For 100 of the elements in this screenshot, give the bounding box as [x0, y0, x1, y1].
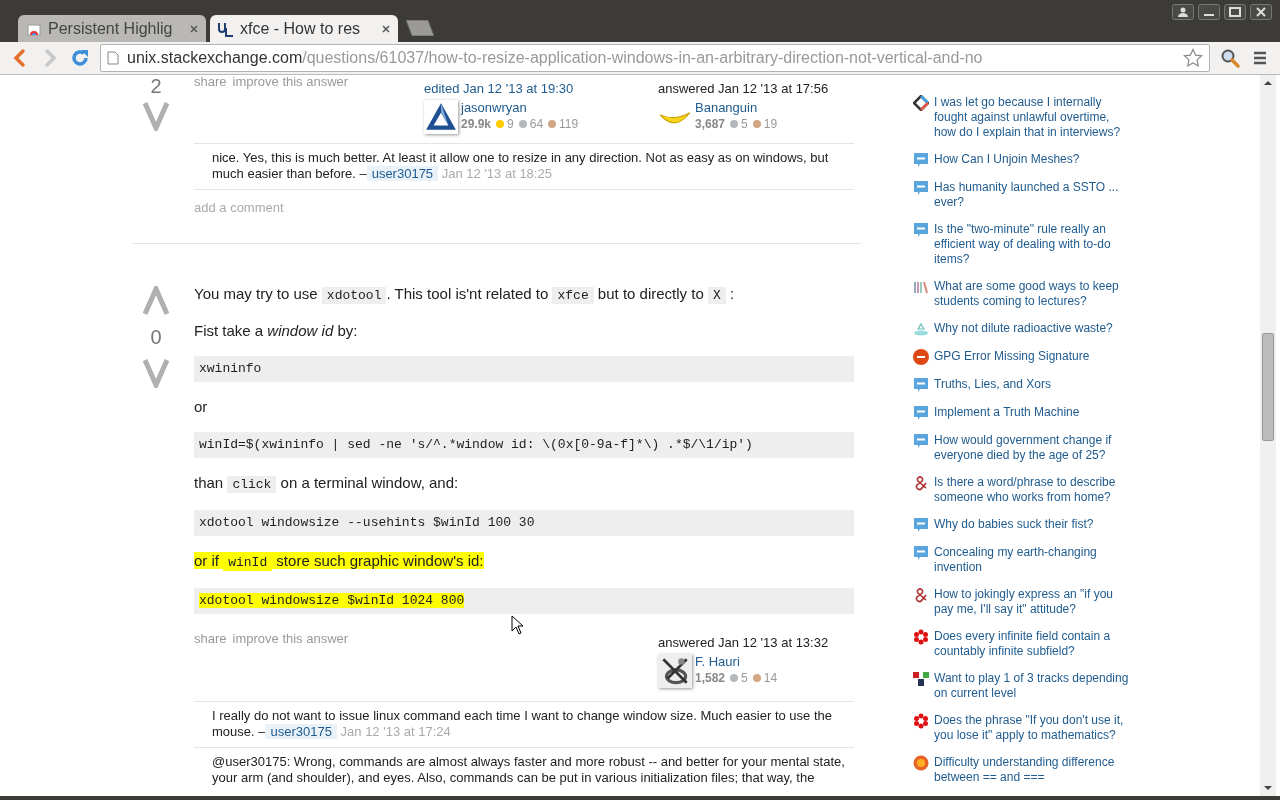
- hot-question-link[interactable]: How to jokingly express an "if you pay me, I'll say it" attitude?: [934, 587, 1133, 617]
- answer-paragraph: than click on a terminal window, and:: [194, 474, 459, 491]
- minimize-icon[interactable]: [1198, 4, 1220, 20]
- comment: nice. Yes, this is much better. At least it allow one to resize in any direction. Not as easy as on windows, but much easier than before. – user30175 Jan 12 '13 at 18:25: [194, 144, 854, 190]
- comment-user-link[interactable]: user30175: [366, 166, 439, 181]
- user-icon[interactable]: [1172, 4, 1194, 20]
- circle-icon: [913, 349, 929, 365]
- browser-tab[interactable]: xfce - How to res: [210, 15, 398, 42]
- badge-dot: [496, 120, 505, 128]
- hot-question-link[interactable]: Truths, Lies, and Xors: [934, 377, 1133, 392]
- code-line: xwininfo: [199, 361, 262, 376]
- speech-bubble-icon: [913, 152, 929, 168]
- maximize-icon[interactable]: [1224, 4, 1246, 20]
- swirl-icon: [913, 475, 929, 491]
- reputation-score: 29.9k: [461, 117, 492, 131]
- scroll-thumb[interactable]: [1262, 333, 1274, 441]
- address-bar[interactable]: unix.stackexchange.com/questions/61037/how-to-resize-application-windows-in-an-arbitrary-direction-not-vertical-and-no: [100, 44, 1210, 72]
- comment-user-link[interactable]: user30175: [265, 724, 337, 739]
- answer-paragraph: Fist take a window id by:: [194, 322, 358, 339]
- speech-bubble-icon: [913, 180, 929, 196]
- flower-icon: [913, 713, 929, 729]
- user-name-link[interactable]: F. Hauri: [695, 654, 780, 669]
- close-icon[interactable]: [190, 24, 198, 33]
- cubes-icon: [913, 671, 929, 687]
- hot-question-link[interactable]: Difficulty understanding difference between == and ===: [934, 755, 1133, 785]
- badge-count: 5: [741, 117, 748, 131]
- speech-bubble-icon: [913, 545, 929, 561]
- badge-dot: [752, 120, 761, 128]
- reputation-score: 3,687: [695, 117, 726, 131]
- speech-bubble-icon: [913, 517, 929, 533]
- speech-bubble-icon: [913, 433, 929, 449]
- hot-question-link[interactable]: Does the phrase "If you don't use it, you lose it" apply to mathematics?: [934, 713, 1133, 743]
- speech-bubble-icon: [913, 222, 929, 238]
- hot-question-link[interactable]: How would government change if everyone died by the age of 25?: [934, 433, 1133, 463]
- badge-count: 64: [529, 117, 544, 131]
- hot-question-link[interactable]: GPG Error Missing Signature: [934, 349, 1133, 364]
- answer-paragraph: or: [194, 398, 208, 415]
- flower-icon: [913, 629, 929, 645]
- code-line: xdotool windowsize --usehints $winId 100 30: [199, 515, 535, 530]
- badge-count: 5: [741, 671, 748, 685]
- reputation-score: 1,582: [695, 671, 726, 685]
- edited-link[interactable]: edited Jan 12 '13 at 19:30: [424, 81, 574, 96]
- downvote-icon[interactable]: [143, 358, 169, 388]
- hot-question-link[interactable]: Why not dilute radioactive waste?: [934, 321, 1133, 336]
- url-text: unix.stackexchange.com/questions/61037/how-to-resize-application-windows-in-an-arbitrary-direction-not-vertical-and-no: [127, 49, 984, 67]
- vote-count: 2: [150, 75, 162, 97]
- badge-dot: [752, 674, 761, 682]
- close-icon[interactable]: [1250, 4, 1272, 20]
- speech-bubble-icon: [913, 377, 929, 393]
- hot-question-link[interactable]: Want to play 1 of 3 tracks depending on current level: [934, 671, 1133, 701]
- vote-count: 0: [150, 326, 162, 348]
- answered-time: answered Jan 12 '13 at 13:32: [658, 635, 829, 650]
- star-icon[interactable]: [1183, 48, 1203, 68]
- badge-count: 9: [507, 117, 514, 131]
- code-line: winId=$(xwininfo | sed -ne 's/^.*window id: \(0x[0-9a-f]*\) .*$/\1/ip'): [199, 437, 753, 452]
- hot-question-link[interactable]: How Can I Unjoin Meshes?: [934, 152, 1133, 167]
- badge-count: 119: [559, 117, 579, 131]
- scroll-up-icon[interactable]: [1263, 80, 1273, 86]
- avatar-icon[interactable]: [658, 654, 692, 688]
- downvote-icon[interactable]: [143, 101, 169, 131]
- scroll-down-icon[interactable]: [1263, 785, 1273, 791]
- hot-question-link[interactable]: Is the "two-minute" rule really an efficient way of dealing with to-do items?: [934, 222, 1133, 267]
- new-tab-button[interactable]: [406, 20, 434, 36]
- drop-icon: [913, 321, 929, 337]
- close-icon[interactable]: [382, 24, 390, 33]
- hot-question-link[interactable]: Why do babies suck their fist?: [934, 517, 1133, 532]
- hot-question-link[interactable]: Has humanity launched a SSTO ... ever?: [934, 180, 1133, 210]
- avatar-icon[interactable]: [424, 100, 458, 134]
- comment: @user30175: Wrong, commands are almost always faster and more robust -- and better for your mental state, your arm (and shoulder), and eyes. Also, commands can be put in various initialization files; that way, the: [211, 753, 846, 787]
- diamond-icon: [913, 95, 929, 111]
- hot-question-link[interactable]: Implement a Truth Machine: [934, 405, 1133, 420]
- swirl-icon: [913, 587, 929, 603]
- hot-question-link[interactable]: Is there a word/phrase to describe someone who works from home?: [934, 475, 1133, 505]
- browser-tab[interactable]: Persistent Highlig: [18, 15, 206, 42]
- answer-paragraph: or if winId store such graphic window's id:: [194, 552, 484, 569]
- comment: I really do not want to issue linux command each time I want to change window size. Much easier to use the mouse. – user30175 Jan 12 '13 at 17:24: [194, 702, 854, 748]
- sun-icon: [913, 755, 929, 771]
- badge-dot: [730, 674, 739, 682]
- cursor-icon: [511, 615, 523, 635]
- user-name-link[interactable]: Bananguin: [695, 100, 780, 115]
- hot-question-link[interactable]: I was let go because I internally fought against unlawful overtime, how do I explain that in interviews?: [934, 95, 1133, 140]
- reload-icon[interactable]: [70, 48, 90, 68]
- badge-dot: [548, 120, 557, 128]
- upvote-icon[interactable]: [143, 286, 169, 316]
- user-name-link[interactable]: jasonwryan: [461, 100, 581, 115]
- page-icon: [107, 51, 119, 65]
- answered-time: answered Jan 12 '13 at 17:56: [658, 81, 829, 96]
- speech-bubble-icon: [913, 405, 929, 421]
- hot-question-link[interactable]: What are some good ways to keep students coming to lectures?: [934, 279, 1133, 309]
- hot-question-link[interactable]: Concealing my earth-changing invention: [934, 545, 1133, 575]
- books-icon: [913, 279, 929, 295]
- badge-dot: [730, 120, 739, 128]
- badge-count: 19: [763, 117, 778, 131]
- site-logo-icon: [218, 20, 234, 37]
- badge-dot: [518, 120, 527, 128]
- search-icon[interactable]: [1220, 48, 1240, 68]
- badge-count: 14: [763, 671, 778, 685]
- hot-question-link[interactable]: Does every infinite field contain a countably infinite subfield?: [934, 629, 1133, 659]
- scrollbar[interactable]: [1260, 75, 1276, 796]
- answer-paragraph: You may try to use xdotool . This tool is'nt related to xfce but to directly to X :: [194, 285, 735, 302]
